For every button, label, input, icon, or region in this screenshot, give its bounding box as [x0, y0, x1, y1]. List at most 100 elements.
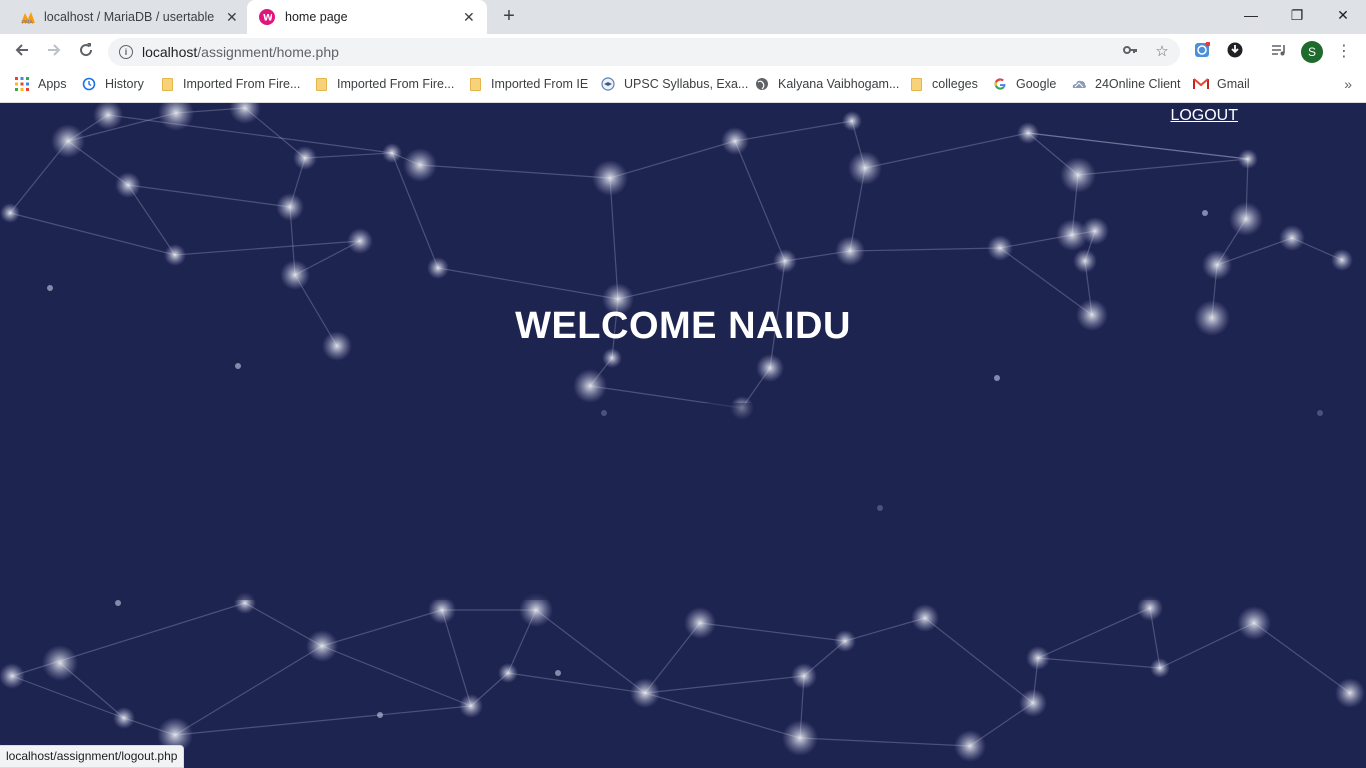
network-line	[437, 267, 619, 300]
tab-title: localhost / MariaDB / usertable /	[44, 10, 216, 24]
network-node	[1229, 202, 1263, 236]
network-line	[617, 260, 786, 300]
network-line	[609, 140, 736, 179]
new-tab-button[interactable]: +	[499, 6, 519, 26]
folder-icon	[908, 76, 924, 92]
network-node	[229, 103, 261, 124]
restore-button[interactable]: ❐	[1282, 4, 1312, 26]
info-icon[interactable]: i	[119, 45, 133, 59]
network-node	[1017, 122, 1039, 144]
profile-avatar[interactable]: S	[1301, 41, 1323, 63]
arrow-left-icon	[15, 44, 28, 56]
network-line	[734, 120, 853, 142]
network-node	[158, 103, 194, 131]
network-line	[174, 645, 323, 736]
network-node	[1060, 157, 1096, 193]
back-button[interactable]	[10, 41, 34, 63]
bookmark-label: Imported From Fire...	[337, 77, 455, 91]
bookmark-label: Apps	[38, 77, 67, 91]
status-bar-url: localhost/assignment/logout.php	[0, 745, 185, 768]
menu-icon[interactable]: ⋮	[1334, 42, 1354, 62]
close-tab-icon[interactable]: ✕	[226, 10, 238, 24]
network-node	[1026, 646, 1050, 670]
reload-icon	[80, 43, 93, 57]
bookmark-upsc[interactable]: UPSC Syllabus, Exa...	[600, 70, 748, 98]
upsc-icon	[600, 76, 616, 92]
close-tab-icon[interactable]: ✕	[463, 10, 475, 24]
bookmark-kalyana[interactable]: Kalyana Vaibhogam...	[754, 70, 899, 98]
network-node	[1279, 225, 1305, 251]
tab-home-page[interactable]: W home page ✕	[247, 0, 487, 34]
address-bar[interactable]: i localhost/assignment/home.php ☆	[108, 38, 1180, 66]
network-node	[382, 143, 402, 163]
bookmark-folder[interactable]: Imported From Fire...	[313, 70, 454, 98]
network-node	[1019, 689, 1047, 717]
network-node	[51, 124, 85, 158]
network-node	[276, 193, 304, 221]
bookmark-gmail[interactable]: Gmail	[1193, 70, 1250, 98]
network-background-image	[0, 103, 1366, 762]
network-dot	[1202, 210, 1208, 216]
network-line	[699, 622, 846, 642]
folder-icon	[313, 76, 329, 92]
network-line	[1253, 622, 1351, 694]
welcome-heading: WELCOME NAIDU	[515, 305, 851, 347]
bookmark-history[interactable]: History	[81, 70, 144, 98]
tab-title: home page	[285, 10, 348, 24]
network-node	[459, 694, 483, 718]
network-node	[164, 244, 186, 266]
network-line	[644, 692, 801, 739]
network-node	[1150, 658, 1170, 678]
bookmark-folder[interactable]: Imported From IE	[467, 70, 588, 98]
network-dot	[115, 600, 121, 606]
extension-icon[interactable]	[1192, 41, 1212, 62]
network-node	[842, 111, 862, 131]
network-line	[507, 672, 646, 694]
bookmark-google[interactable]: Google	[992, 70, 1056, 98]
bookmark-label: Imported From Fire...	[183, 77, 301, 91]
bookmarks-overflow-icon[interactable]: »	[1344, 76, 1352, 92]
bookmark-apps[interactable]: Apps	[14, 70, 67, 98]
bookmark-folder[interactable]: Imported From Fire...	[159, 70, 300, 98]
forward-button[interactable]	[42, 41, 66, 63]
network-line	[535, 609, 646, 694]
network-node	[782, 720, 818, 756]
network-node	[848, 151, 882, 185]
network-dot	[377, 712, 383, 718]
network-line	[644, 675, 805, 694]
bookmark-label: UPSC Syllabus, Exa...	[624, 77, 749, 91]
network-line	[9, 212, 176, 256]
key-icon[interactable]	[1120, 42, 1140, 62]
star-icon[interactable]: ☆	[1152, 42, 1172, 62]
network-dot	[555, 670, 561, 676]
close-window-button[interactable]: ✕	[1328, 4, 1358, 26]
bookmark-24online[interactable]: 24Online Client	[1071, 70, 1180, 98]
network-node	[630, 678, 660, 708]
network-line	[924, 617, 1034, 704]
network-node	[0, 203, 20, 223]
url-text[interactable]: localhost/assignment/home.php	[142, 44, 339, 60]
bookmarks-bar: Apps History Imported From Fire... Impor…	[0, 70, 1366, 103]
network-node	[756, 354, 784, 382]
reload-button[interactable]	[74, 41, 98, 63]
network-line	[1037, 657, 1161, 669]
network-node	[773, 249, 797, 273]
media-control-icon[interactable]	[1269, 42, 1289, 62]
logout-link[interactable]: LOGOUT	[1170, 107, 1238, 125]
download-extension-icon[interactable]	[1225, 42, 1245, 62]
network-node	[954, 730, 986, 762]
tab-phpmyadmin[interactable]: PMA localhost / MariaDB / usertable / ✕	[8, 0, 246, 34]
network-line	[799, 737, 971, 747]
bookmark-folder[interactable]: colleges	[908, 70, 978, 98]
network-node	[115, 172, 141, 198]
network-node	[427, 257, 449, 279]
network-node	[911, 604, 939, 632]
browser-toolbar: i localhost/assignment/home.php ☆ S ⋮	[0, 34, 1366, 70]
network-line	[734, 140, 786, 262]
network-node	[835, 236, 865, 266]
network-node	[306, 630, 338, 662]
network-node	[1238, 149, 1258, 169]
network-node	[592, 160, 628, 196]
minimize-button[interactable]: —	[1236, 4, 1266, 26]
network-line	[321, 609, 443, 647]
